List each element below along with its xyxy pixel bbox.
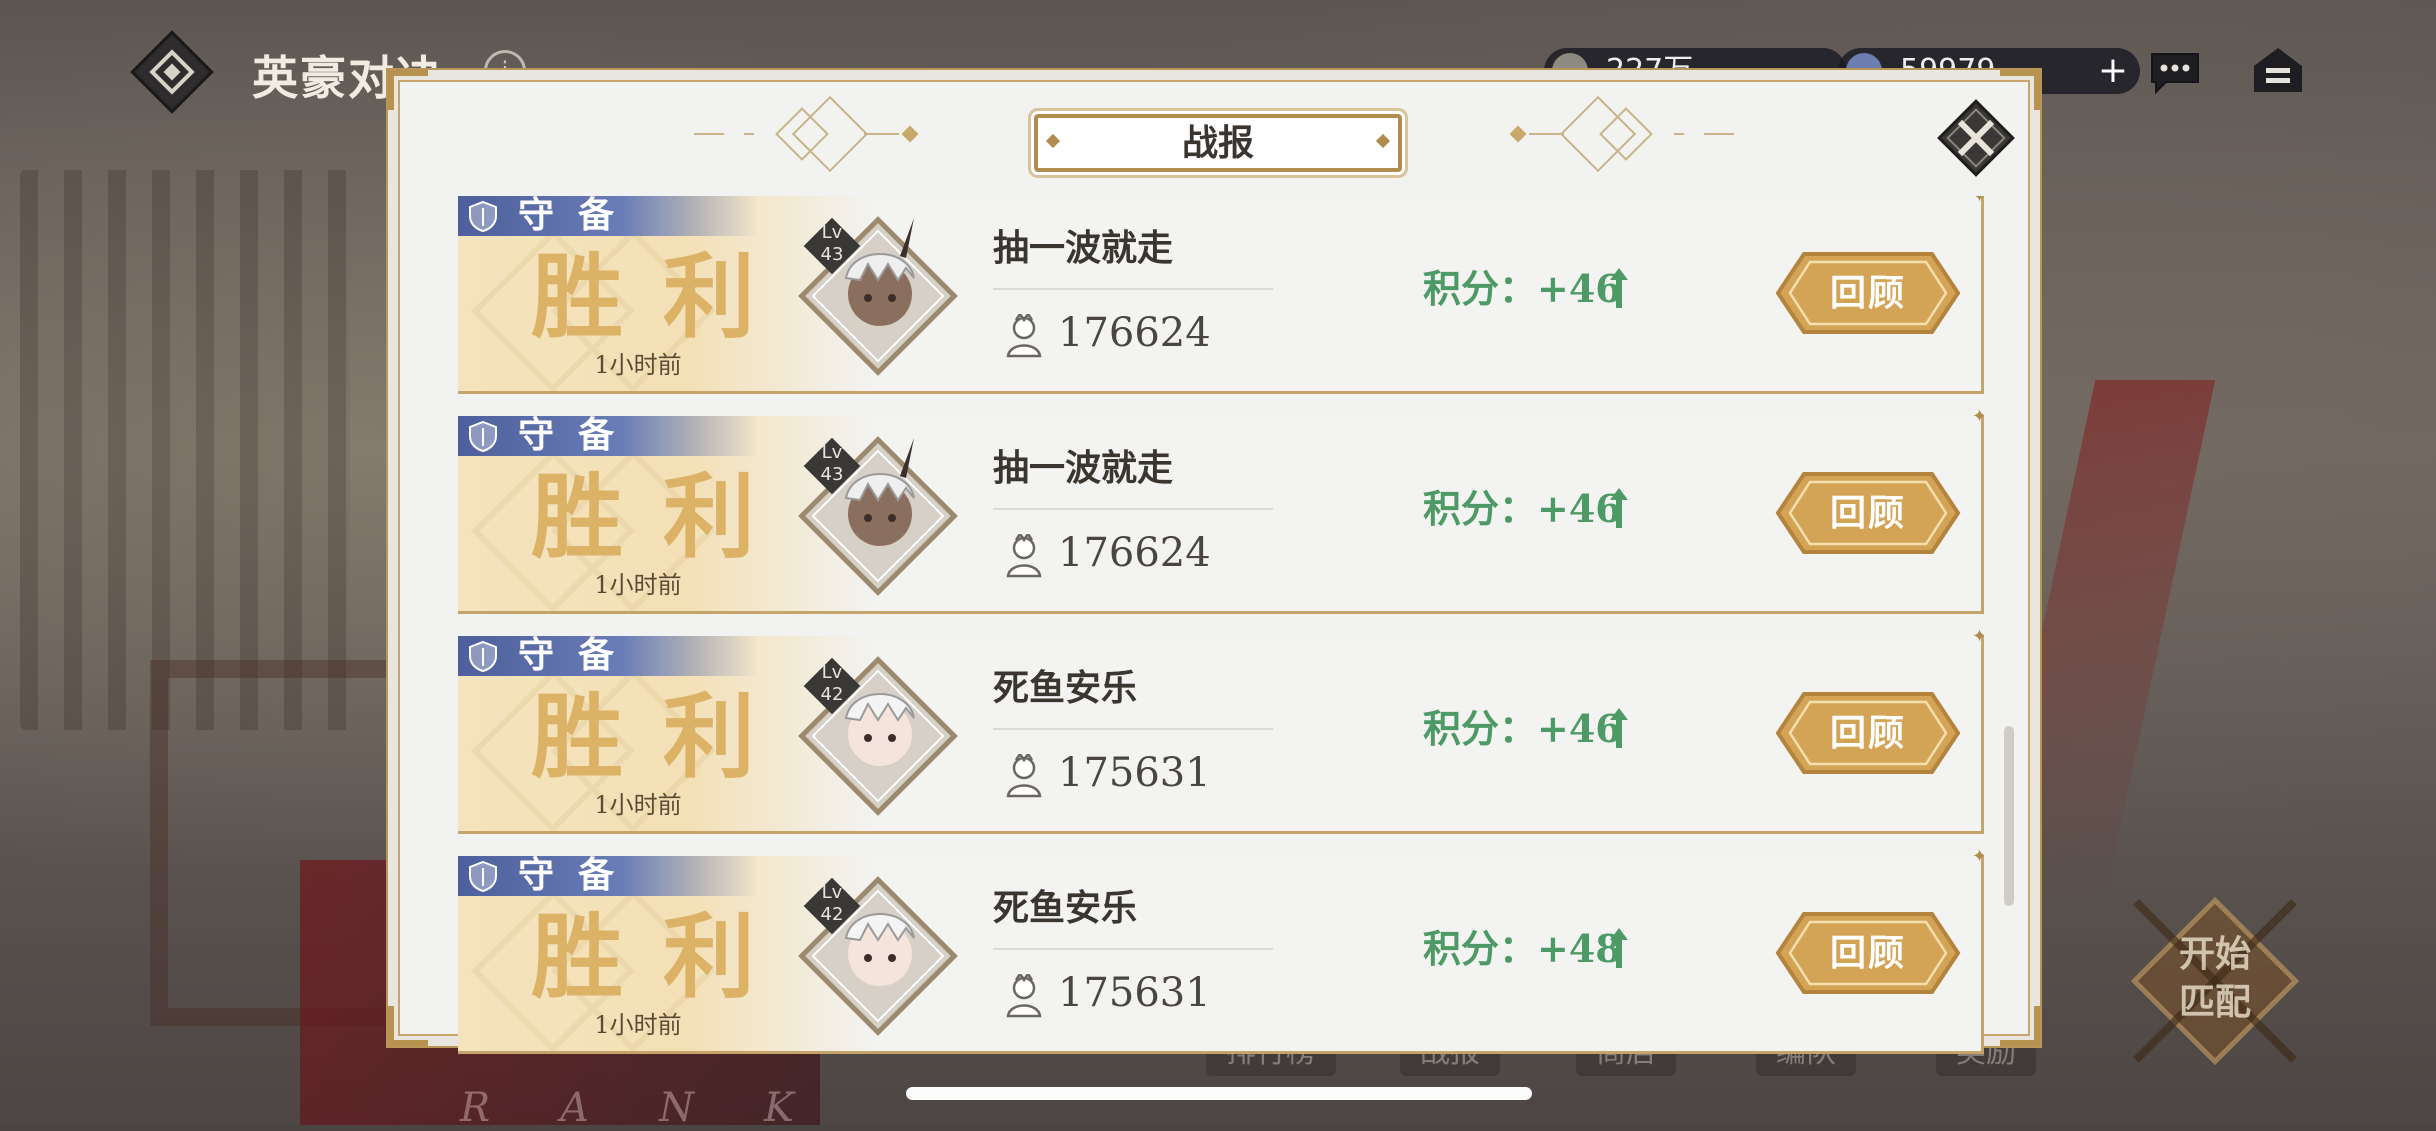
start-label-line1: 开始 (2178, 933, 2251, 975)
add-currency-button[interactable]: + (2094, 52, 2132, 90)
home-indicator[interactable] (906, 1087, 1532, 1100)
battle-report-row: 守备 胜利 1小时前 Lv 42 死鱼安乐 175631 积分：+48 回顾 ✦ (458, 848, 1984, 1054)
spark-icon: ✦ (1972, 406, 1984, 427)
close-icon[interactable] (1934, 96, 2018, 180)
battle-report-list[interactable]: 守备 胜利 1小时前 Lv 43 抽一波就走 176624 积分：+46 回顾 … (458, 196, 1984, 1084)
battle-report-row: 守备 胜利 1小时前 Lv 43 抽一波就走 176624 积分：+46 回顾 … (458, 408, 1984, 614)
start-label-line2: 匹配 (2178, 981, 2251, 1023)
spark-icon: ✦ (1972, 626, 1984, 647)
background-shelf (20, 170, 350, 730)
home-icon[interactable] (2250, 44, 2306, 96)
row-border (458, 856, 1984, 1054)
row-border (458, 196, 1984, 394)
chat-icon[interactable] (2148, 50, 2202, 94)
scrollbar[interactable] (2004, 726, 2014, 906)
modal-title: 战报 (1034, 114, 1402, 172)
start-match-label: 开始 匹配 (2160, 930, 2270, 1026)
corner-ornament (388, 1006, 428, 1046)
battle-report-row: 守备 胜利 1小时前 Lv 42 死鱼安乐 175631 积分：+46 回顾 ✦ (458, 628, 1984, 834)
row-border (458, 416, 1984, 614)
corner-ornament (388, 70, 428, 110)
mode-logo-icon (130, 30, 214, 114)
spark-icon: ✦ (1972, 846, 1984, 867)
spark-icon: ✦ (1972, 196, 1984, 207)
row-border (458, 636, 1984, 834)
corner-ornament (2000, 1006, 2040, 1046)
battle-report-row: 守备 胜利 1小时前 Lv 43 抽一波就走 176624 积分：+46 回顾 … (458, 196, 1984, 394)
battle-report-modal: 战报 守备 胜利 1小时前 Lv 43 抽一波就走 176624 积分：+46 … (384, 66, 2044, 1054)
background-rank-text: RANK (460, 1085, 864, 1131)
